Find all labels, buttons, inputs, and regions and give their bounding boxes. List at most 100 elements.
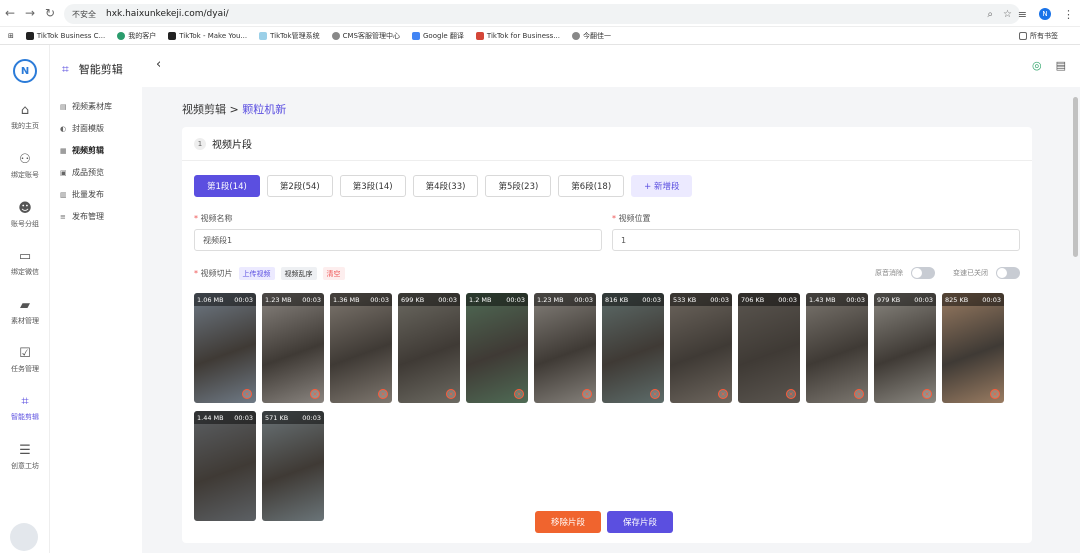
bookmark-item[interactable]: 今翻佳一 <box>572 31 611 41</box>
delete-clip-icon[interactable]: × <box>242 389 252 399</box>
video-clip-thumbnail[interactable]: 1.43 MB 00:03 × <box>806 293 868 403</box>
tab-segment-3[interactable]: 第3段(14) <box>339 175 406 197</box>
clip-size: 1.23 MB <box>265 295 292 304</box>
delete-clip-icon[interactable]: × <box>990 389 1000 399</box>
top-bar: ‹ ◎ ▤ <box>142 45 1080 87</box>
side-item-preview[interactable]: ▣ 成品预览 <box>60 167 104 178</box>
security-warning[interactable]: 不安全 <box>72 9 96 20</box>
delete-clip-icon[interactable]: × <box>854 389 864 399</box>
clip-duration: 00:03 <box>982 295 1001 304</box>
video-clip-thumbnail[interactable]: 1.06 MB 00:03 × <box>194 293 256 403</box>
delete-clip-icon[interactable]: × <box>718 389 728 399</box>
rail-item-tasks[interactable]: ☑ 任务管理 <box>0 344 50 374</box>
breadcrumb-parent[interactable]: 视频剪辑 <box>182 103 226 116</box>
rail-item-bind-wechat[interactable]: ▭ 绑定微信 <box>0 247 50 277</box>
rail-item-materials[interactable]: ▰ 素材管理 <box>0 296 50 326</box>
save-segment-button[interactable]: 保存片段 <box>607 511 674 533</box>
side-item-publish-manage[interactable]: ≡ 发布管理 <box>60 211 104 222</box>
apps-icon[interactable]: ⊞ <box>8 32 14 40</box>
app-logo[interactable]: N <box>13 59 37 83</box>
video-clip-thumbnail[interactable]: 979 KB 00:03 × <box>874 293 936 403</box>
user-avatar[interactable] <box>10 523 38 551</box>
remove-segment-button[interactable]: 移除片段 <box>535 511 602 533</box>
video-position-label: * 视频位置 <box>612 214 651 223</box>
delete-clip-icon[interactable]: × <box>446 389 456 399</box>
address-bar[interactable]: 不安全 hxk.haixunkekeji.com/dyai/ ⌕ ☆ <box>64 4 1020 24</box>
video-clip-thumbnail[interactable]: 1.44 MB 00:03 <box>194 411 256 521</box>
bookmark-item[interactable]: 我的客户 <box>117 31 156 41</box>
shuffle-video-button[interactable]: 视频乱序 <box>280 267 317 280</box>
rail-item-creative[interactable]: ☰ 创意工坊 <box>0 441 50 471</box>
bookmark-star-icon[interactable]: ☆ <box>1003 9 1012 20</box>
wechat-icon[interactable]: ◎ <box>1032 59 1042 72</box>
clip-duration: 00:03 <box>846 295 865 304</box>
clip-meta: 1.43 MB 00:03 <box>806 293 868 306</box>
bookmark-item[interactable]: CMS客服管理中心 <box>331 31 400 41</box>
tab-segment-4[interactable]: 第4段(33) <box>412 175 479 197</box>
delete-clip-icon[interactable]: × <box>378 389 388 399</box>
delete-clip-icon[interactable]: × <box>922 389 932 399</box>
bookmark-item[interactable]: TikTok for Business... <box>475 31 560 40</box>
segment-tabs: 第1段(14) 第2段(54) 第3段(14) 第4段(33) 第5段(23) … <box>194 175 693 197</box>
tab-segment-6[interactable]: 第6段(18) <box>558 175 625 197</box>
clear-button[interactable]: 清空 <box>322 267 345 280</box>
tab-segment-5[interactable]: 第5段(23) <box>485 175 552 197</box>
side-item-video-edit[interactable]: ▦ 视频剪辑 <box>60 145 104 156</box>
bookmark-item[interactable]: Google 翻译 <box>411 31 464 41</box>
collapse-chevron-icon[interactable]: ‹ <box>156 57 161 72</box>
tab-search-icon[interactable]: ≡ <box>1018 8 1027 21</box>
document-icon[interactable]: ▤ <box>1056 59 1066 72</box>
side-item-video-library[interactable]: ▤ 视频素材库 <box>60 101 112 112</box>
video-clip-thumbnail[interactable]: 1.23 MB 00:03 × <box>262 293 324 403</box>
delete-clip-icon[interactable]: × <box>310 389 320 399</box>
upload-video-button[interactable]: 上传视频 <box>238 267 275 280</box>
video-clip-thumbnail[interactable]: 1.23 MB 00:03 × <box>534 293 596 403</box>
delete-clip-icon[interactable]: × <box>514 389 524 399</box>
clip-size: 1.2 MB <box>469 295 492 304</box>
reload-icon[interactable]: ↻ <box>40 6 60 20</box>
video-clip-thumbnail[interactable]: 825 KB 00:03 × <box>942 293 1004 403</box>
video-clip-thumbnail[interactable]: 816 KB 00:03 × <box>602 293 664 403</box>
video-clip-thumbnail[interactable]: 533 KB 00:03 × <box>670 293 732 403</box>
delete-clip-icon[interactable]: × <box>650 389 660 399</box>
scrollbar[interactable] <box>1073 97 1078 257</box>
user-add-icon: ⚇ <box>19 151 31 167</box>
tab-segment-1[interactable]: 第1段(14) <box>194 175 260 197</box>
mute-original-toggle[interactable] <box>911 267 935 279</box>
video-clip-thumbnail[interactable]: 1.2 MB 00:03 × <box>466 293 528 403</box>
rail-item-account-group[interactable]: ☻ 账号分组 <box>0 199 50 229</box>
task-icon: ☑ <box>19 345 31 361</box>
side-item-batch-publish[interactable]: ▥ 批量发布 <box>60 189 104 200</box>
rail-item-bind-account[interactable]: ⚇ 绑定账号 <box>0 150 50 180</box>
video-clip-thumbnail[interactable]: 1.36 MB 00:03 × <box>330 293 392 403</box>
menu-icon[interactable]: ⋮ <box>1063 8 1074 21</box>
folder-icon <box>1019 31 1027 40</box>
add-segment-button[interactable]: + 新增段 <box>631 175 693 197</box>
video-clip-thumbnail[interactable]: 699 KB 00:03 × <box>398 293 460 403</box>
tiktok-icon <box>168 31 177 40</box>
video-clip-thumbnail[interactable]: 571 KB 00:03 <box>262 411 324 521</box>
side-item-cover-template[interactable]: ◐ 封面模版 <box>60 123 104 134</box>
tab-segment-2[interactable]: 第2段(54) <box>266 175 333 197</box>
video-position-input[interactable]: 1 <box>612 229 1020 251</box>
bookmark-item[interactable]: TikTok Business C... <box>25 31 105 40</box>
clip-duration: 00:03 <box>642 295 661 304</box>
bookmark-item[interactable]: TikTok - Make You... <box>168 31 247 40</box>
zoom-icon[interactable]: ⌕ <box>987 9 993 20</box>
delete-clip-icon[interactable]: × <box>786 389 796 399</box>
clip-duration: 00:03 <box>302 295 321 304</box>
template-icon: ◐ <box>60 124 67 133</box>
speed-toggle[interactable] <box>996 267 1020 279</box>
profile-avatar[interactable]: N <box>1039 8 1051 20</box>
back-icon[interactable]: ← <box>0 6 20 20</box>
url-text[interactable]: hxk.haixunkekeji.com/dyai/ <box>106 9 229 19</box>
rail-item-smart-edit[interactable]: ⌗ 智能剪辑 <box>0 392 50 422</box>
bookmark-item[interactable]: TikTok管理系统 <box>259 31 320 41</box>
video-name-input[interactable]: 视频段1 <box>194 229 602 251</box>
delete-clip-icon[interactable]: × <box>582 389 592 399</box>
all-bookmarks[interactable]: 所有书签 <box>1019 31 1058 41</box>
rail-item-home[interactable]: ⌂ 我的主页 <box>0 101 50 131</box>
video-clip-thumbnail[interactable]: 706 KB 00:03 × <box>738 293 800 403</box>
forward-icon[interactable]: → <box>20 6 40 20</box>
clip-meta: 979 KB 00:03 <box>874 293 936 306</box>
